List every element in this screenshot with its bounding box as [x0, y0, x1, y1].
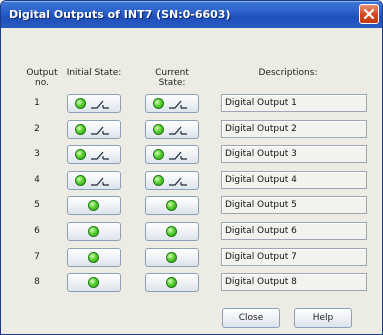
initial-state-button-2[interactable]	[67, 120, 121, 139]
output-number: 6	[34, 226, 40, 236]
output-number: 1	[34, 98, 40, 108]
header-output-line1: Output	[26, 68, 58, 78]
close-button[interactable]: Close	[222, 308, 280, 328]
relay-switch-icon	[169, 177, 187, 186]
green-led-icon	[153, 124, 164, 135]
green-led-icon	[75, 149, 86, 160]
header-descriptions: Descriptions:	[258, 68, 318, 78]
description-field-2[interactable]: Digital Output 2	[221, 120, 367, 138]
initial-state-button-3[interactable]	[67, 145, 121, 164]
relay-switch-icon	[169, 100, 187, 109]
green-led-icon	[88, 252, 99, 263]
relay-switch-icon	[169, 151, 187, 160]
relay-switch-icon	[91, 100, 109, 109]
header-current-state: Current State:	[141, 68, 203, 88]
current-state-button-2[interactable]	[145, 120, 199, 139]
current-state-button-5[interactable]	[145, 196, 199, 215]
initial-state-button-7[interactable]	[67, 248, 121, 267]
header-initial-state: Initial State:	[66, 68, 122, 78]
green-led-icon	[166, 277, 177, 288]
description-field-1[interactable]: Digital Output 1	[221, 94, 367, 112]
current-state-button-6[interactable]	[145, 222, 199, 241]
green-led-icon	[166, 226, 177, 237]
close-x-icon	[363, 8, 375, 20]
header-output-line2: no.	[35, 78, 49, 88]
green-led-icon	[75, 124, 86, 135]
output-number: 3	[34, 149, 40, 159]
green-led-icon	[88, 277, 99, 288]
dialog-body: Output no. Initial State: Current State:…	[5, 28, 378, 330]
relay-switch-icon	[91, 177, 109, 186]
green-led-icon	[153, 98, 164, 109]
header-output-no: Output no.	[25, 68, 59, 88]
digital-outputs-dialog: Digital Outputs of INT7 (SN:0-6603) Outp…	[0, 0, 383, 335]
header-current-line2: State:	[158, 78, 186, 88]
green-led-icon	[153, 175, 164, 186]
description-field-4[interactable]: Digital Output 4	[221, 171, 367, 189]
help-button[interactable]: Help	[294, 308, 352, 328]
title-bar[interactable]: Digital Outputs of INT7 (SN:0-6603)	[1, 1, 382, 28]
current-state-button-8[interactable]	[145, 273, 199, 292]
dialog-title: Digital Outputs of INT7 (SN:0-6603)	[9, 8, 231, 21]
output-number: 2	[34, 124, 40, 134]
output-number: 5	[34, 200, 40, 210]
description-field-3[interactable]: Digital Output 3	[221, 145, 367, 163]
relay-switch-icon	[169, 126, 187, 135]
current-state-button-4[interactable]	[145, 171, 199, 190]
initial-state-button-4[interactable]	[67, 171, 121, 190]
green-led-icon	[88, 226, 99, 237]
green-led-icon	[75, 98, 86, 109]
green-led-icon	[153, 149, 164, 160]
output-number: 8	[34, 277, 40, 287]
description-field-6[interactable]: Digital Output 6	[221, 222, 367, 240]
description-field-7[interactable]: Digital Output 7	[221, 248, 367, 266]
initial-state-button-5[interactable]	[67, 196, 121, 215]
initial-state-button-8[interactable]	[67, 273, 121, 292]
description-field-8[interactable]: Digital Output 8	[221, 273, 367, 291]
green-led-icon	[88, 200, 99, 211]
green-led-icon	[166, 252, 177, 263]
relay-switch-icon	[91, 151, 109, 160]
current-state-button-3[interactable]	[145, 145, 199, 164]
output-number: 4	[34, 175, 40, 185]
current-state-button-7[interactable]	[145, 248, 199, 267]
output-number: 7	[34, 252, 40, 262]
current-state-button-1[interactable]	[145, 94, 199, 113]
header-current-line1: Current	[155, 68, 189, 78]
green-led-icon	[166, 200, 177, 211]
description-field-5[interactable]: Digital Output 5	[221, 196, 367, 214]
initial-state-button-6[interactable]	[67, 222, 121, 241]
green-led-icon	[75, 175, 86, 186]
relay-switch-icon	[91, 126, 109, 135]
initial-state-button-1[interactable]	[67, 94, 121, 113]
close-window-button[interactable]	[359, 4, 379, 24]
